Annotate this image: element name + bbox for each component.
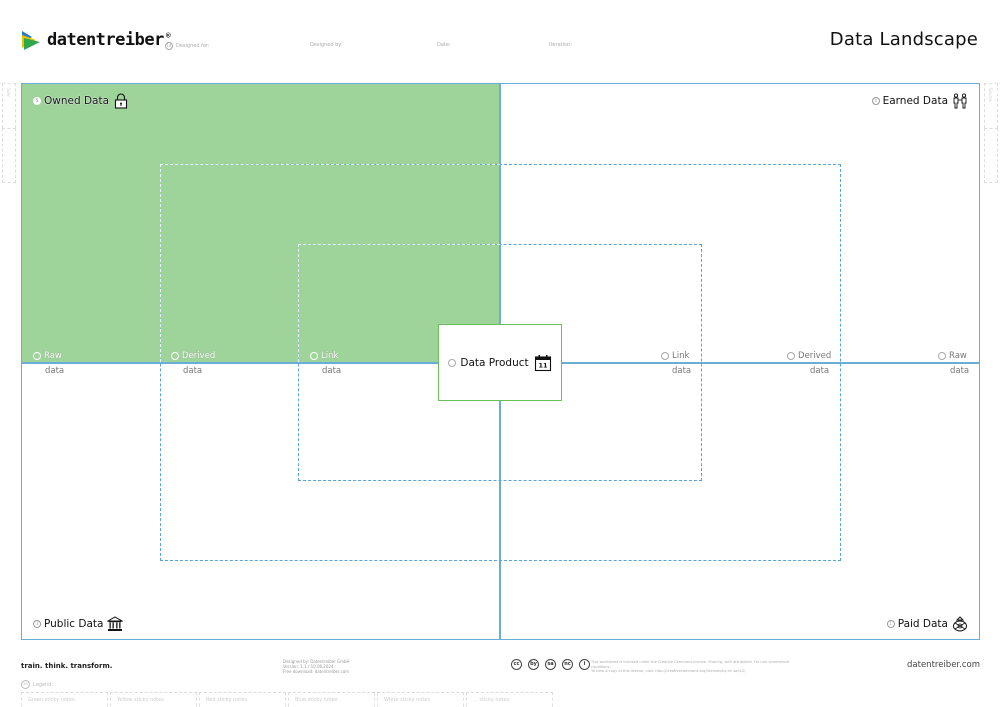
quadrant-number: 1	[886, 620, 895, 628]
svg-text:11: 11	[538, 361, 548, 369]
license-icons: cc by sa nc i	[511, 659, 590, 670]
datentreiber-logo-icon	[22, 31, 40, 50]
designed-for-label: Designed for:	[176, 43, 210, 49]
side-strip-right-2	[984, 128, 998, 183]
quadrant-number: 3	[33, 620, 41, 628]
axis-number	[661, 352, 669, 360]
axis-sub-label: data	[45, 366, 65, 376]
axis-label: Raw	[949, 351, 967, 361]
legend-green-sticky[interactable]: Green sticky notes	[21, 692, 108, 707]
data-product-box[interactable]: Data Product 11	[438, 324, 562, 401]
public-building-icon	[107, 616, 124, 631]
iteration-label: Iteration:	[549, 42, 572, 48]
axis-sub-label: data	[672, 366, 692, 376]
axis-derived-data-left: Derived	[171, 351, 215, 361]
axis-sub-label: data	[322, 366, 342, 376]
attribution-icon: by	[528, 659, 539, 670]
legend-yellow-sticky[interactable]: Yellow sticky notes	[110, 692, 197, 707]
quadrant-label: Earned Data	[882, 95, 948, 107]
legend-blue-sticky[interactable]: Blue sticky notes	[288, 692, 375, 707]
share-alike-icon: sa	[545, 659, 556, 670]
axis-sub-label: data	[810, 366, 830, 376]
license-line: To view a copy of this license, visit: h…	[591, 669, 746, 674]
quadrant-paid-data: 1 Paid Data	[886, 616, 968, 632]
side-strip-left: Sale	[2, 83, 16, 128]
field-number: 14	[165, 42, 173, 50]
legend-red-sticky[interactable]: Red sticky notes	[199, 692, 286, 707]
axis-sub-label: data	[950, 366, 970, 376]
data-product-label: Data Product	[460, 356, 529, 369]
quadrant-number: 4	[871, 97, 880, 105]
legend: Green sticky notes Yellow sticky notes R…	[21, 692, 553, 707]
website-link[interactable]: datentreiber.com	[907, 660, 980, 670]
legend-number: 15	[21, 680, 30, 689]
quadrant-public-data: 3 Public Data	[33, 616, 124, 632]
brand-name: datentreiber ®	[47, 30, 171, 50]
designed-by-field[interactable]: Designed by:	[310, 42, 343, 48]
axis-number	[310, 352, 318, 360]
legend-other-sticky[interactable]: ... sticky notes	[466, 692, 553, 707]
axis-label: Raw	[44, 351, 62, 361]
quadrant-owned-data: 5 Owned Data	[33, 93, 129, 109]
axis-derived-data-right: Derived	[787, 351, 831, 361]
legend-white-sticky[interactable]: White sticky notes	[377, 692, 464, 707]
axis-link-data-left: Link	[310, 351, 338, 361]
credits: Designed by: Datentreiber GmbH Version: …	[283, 659, 350, 674]
data-product-number	[448, 358, 457, 367]
side-strip-left-2	[2, 128, 16, 183]
quadrant-label: Paid Data	[897, 618, 948, 630]
legend-title: 15 Legend:	[21, 680, 53, 689]
axis-number	[33, 352, 41, 360]
axis-sub-label: data	[183, 366, 203, 376]
cc-icon: cc	[511, 659, 522, 670]
credit-line: Free download: datentreiber.com	[283, 669, 350, 674]
axis-raw-data-right: Raw	[938, 351, 967, 361]
designed-by-label: Designed by:	[310, 42, 343, 48]
axis-raw-data-left: Raw	[33, 351, 62, 361]
axis-label: Link	[321, 351, 339, 361]
license-text: This worksheet is licensed under the Cre…	[591, 660, 791, 674]
axis-number	[938, 352, 946, 360]
quadrant-label: Public Data	[44, 618, 104, 630]
legend-label: Legend:	[33, 681, 54, 688]
calendar-icon: 11	[534, 354, 551, 371]
designed-for-field[interactable]: 14 Designed for:	[165, 42, 210, 50]
padlock-icon	[114, 93, 128, 109]
axis-label: Derived	[798, 351, 832, 361]
quadrant-number: 5	[33, 97, 41, 105]
axis-link-data-right: Link	[661, 351, 689, 361]
quadrant-earned-data: 4 Earned Data	[871, 93, 968, 109]
axis-label: Derived	[182, 351, 216, 361]
non-commercial-icon: nc	[562, 659, 573, 670]
people-holding-hands-icon	[953, 93, 967, 109]
tagline: train. think. transform.	[21, 662, 113, 670]
money-bag-icon	[953, 616, 967, 632]
brand-logo: datentreiber ®	[20, 28, 171, 52]
page-title: Data Landscape	[829, 29, 978, 50]
license-line: This worksheet is licensed under the Cre…	[591, 660, 790, 669]
axis-number	[171, 352, 179, 360]
axis-label: Link	[672, 351, 690, 361]
info-icon: i	[579, 659, 590, 670]
iteration-field[interactable]: Iteration:	[549, 42, 572, 48]
quadrant-label: Owned Data	[44, 95, 110, 107]
axis-number	[787, 352, 795, 360]
side-strip-right: Source	[984, 83, 998, 128]
date-label: Date:	[437, 42, 451, 48]
date-field[interactable]: Date:	[437, 42, 451, 48]
